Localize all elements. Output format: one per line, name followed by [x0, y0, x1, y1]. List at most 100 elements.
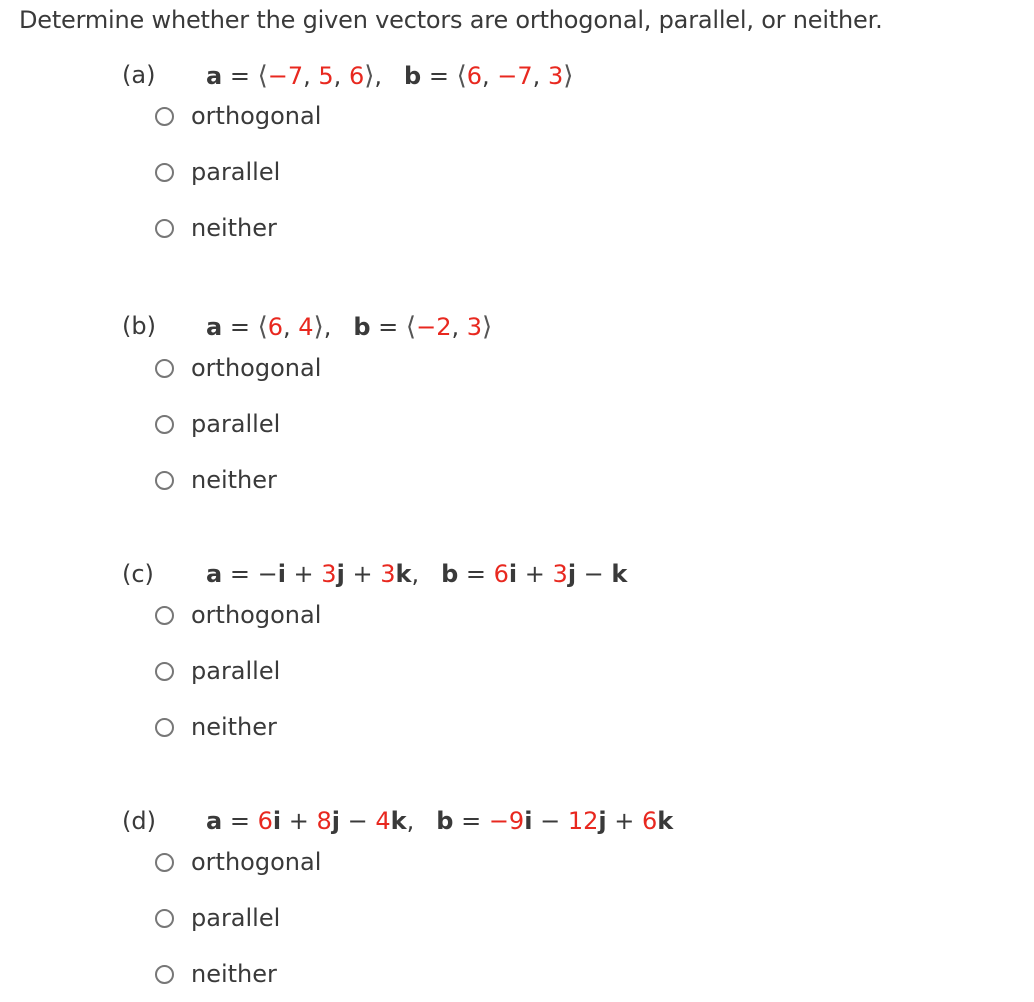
option-label: parallel [191, 657, 281, 685]
separator: , [532, 62, 548, 90]
equals-sign: = [222, 62, 258, 90]
component: 3 [466, 313, 483, 341]
sign: − [257, 560, 278, 588]
unit-vector: i [508, 560, 518, 588]
radio-button[interactable] [155, 218, 174, 238]
option-label: orthogonal [191, 102, 322, 130]
unit-vector: i [277, 560, 286, 588]
separator: , [406, 807, 415, 835]
vector-expression: a = 6i + 8j − 4k, b = −9i − 12j + 6k [206, 807, 673, 835]
option-parallel[interactable]: parallel [155, 655, 280, 687]
vector-expression: a = ⟨−7, 5, 6⟩, b = ⟨6, −7, 3⟩ [206, 61, 573, 91]
equals-sign: = [222, 807, 258, 835]
option-orthogonal[interactable]: orthogonal [155, 599, 321, 631]
unit-vector: k [611, 560, 628, 588]
angle-bracket-open: ⟨ [257, 61, 268, 91]
component: 5 [318, 62, 334, 90]
part-label: (a) [122, 61, 156, 89]
component: −2 [416, 313, 452, 341]
component: −7 [267, 62, 304, 90]
option-orthogonal[interactable]: orthogonal [155, 352, 321, 384]
unit-vector: k [390, 807, 407, 835]
unit-vector: j [336, 560, 345, 588]
operator: + [285, 560, 322, 588]
radio-button[interactable] [155, 908, 174, 928]
part-label: (d) [122, 807, 156, 835]
unit-vector: i [272, 807, 282, 835]
radio-button[interactable] [155, 470, 174, 490]
vector-b-name: b [436, 807, 454, 835]
component: 6 [348, 62, 365, 90]
option-parallel[interactable]: parallel [155, 156, 280, 188]
equals-sign: = [421, 62, 457, 90]
radio-button[interactable] [155, 106, 174, 126]
option-orthogonal[interactable]: orthogonal [155, 100, 321, 132]
unit-vector: k [395, 560, 412, 588]
radio-button[interactable] [155, 852, 174, 872]
operator: + [606, 807, 642, 835]
option-label: neither [191, 960, 277, 988]
part-label: (c) [122, 560, 154, 588]
component: 3 [547, 62, 564, 90]
unit-vector: j [331, 807, 340, 835]
separator: , [374, 62, 383, 90]
unit-vector: k [657, 807, 674, 835]
separator: , [283, 313, 299, 341]
component: 3 [321, 560, 337, 588]
option-label: neither [191, 466, 277, 494]
vector-b-name: b [353, 313, 371, 341]
separator: , [333, 62, 349, 90]
option-parallel[interactable]: parallel [155, 902, 280, 934]
option-neither[interactable]: neither [155, 212, 277, 244]
option-label: parallel [191, 410, 281, 438]
component: 8 [316, 807, 332, 835]
angle-bracket-close: ⟩ [563, 61, 574, 91]
operator: + [281, 807, 317, 835]
option-label: orthogonal [191, 354, 322, 382]
option-orthogonal[interactable]: orthogonal [155, 846, 321, 878]
operator: − [576, 560, 612, 588]
operator: + [344, 560, 381, 588]
instruction-text: Determine whether the given vectors are … [19, 6, 883, 34]
unit-vector: j [567, 560, 577, 588]
angle-bracket-close: ⟩ [313, 312, 324, 342]
component: 6 [641, 807, 658, 835]
component: 6 [267, 313, 284, 341]
component: 6 [257, 807, 273, 835]
unit-vector: j [598, 807, 607, 835]
separator: , [451, 313, 467, 341]
vector-a-name: a [206, 313, 223, 341]
component: −7 [497, 62, 533, 90]
vector-expression: a = −i + 3j + 3k, b = 6i + 3j − k [206, 560, 627, 588]
radio-button[interactable] [155, 414, 174, 434]
equals-sign: = [222, 560, 258, 588]
separator: , [411, 560, 420, 588]
part-label: (b) [122, 312, 156, 340]
option-label: orthogonal [191, 601, 322, 629]
component: 4 [375, 807, 391, 835]
option-parallel[interactable]: parallel [155, 408, 280, 440]
radio-button[interactable] [155, 661, 174, 681]
vector-b-name: b [404, 62, 422, 90]
angle-bracket-open: ⟨ [257, 312, 268, 342]
component: 3 [380, 560, 396, 588]
angle-bracket-open: ⟨ [405, 312, 417, 342]
radio-button[interactable] [155, 162, 174, 182]
vector-a-name: a [206, 560, 223, 588]
operator: − [532, 807, 568, 835]
radio-button[interactable] [155, 964, 174, 984]
vector-expression: a = ⟨6, 4⟩, b = ⟨−2, 3⟩ [206, 312, 492, 342]
radio-button[interactable] [155, 605, 174, 625]
component: 6 [466, 62, 483, 90]
separator: , [303, 62, 319, 90]
option-neither[interactable]: neither [155, 958, 277, 990]
option-neither[interactable]: neither [155, 464, 277, 496]
vector-a-name: a [206, 62, 223, 90]
radio-button[interactable] [155, 358, 174, 378]
radio-button[interactable] [155, 717, 174, 737]
option-label: parallel [191, 904, 281, 932]
option-label: parallel [191, 158, 281, 186]
option-neither[interactable]: neither [155, 711, 277, 743]
angle-bracket-close: ⟩ [482, 312, 493, 342]
separator: , [323, 313, 332, 341]
